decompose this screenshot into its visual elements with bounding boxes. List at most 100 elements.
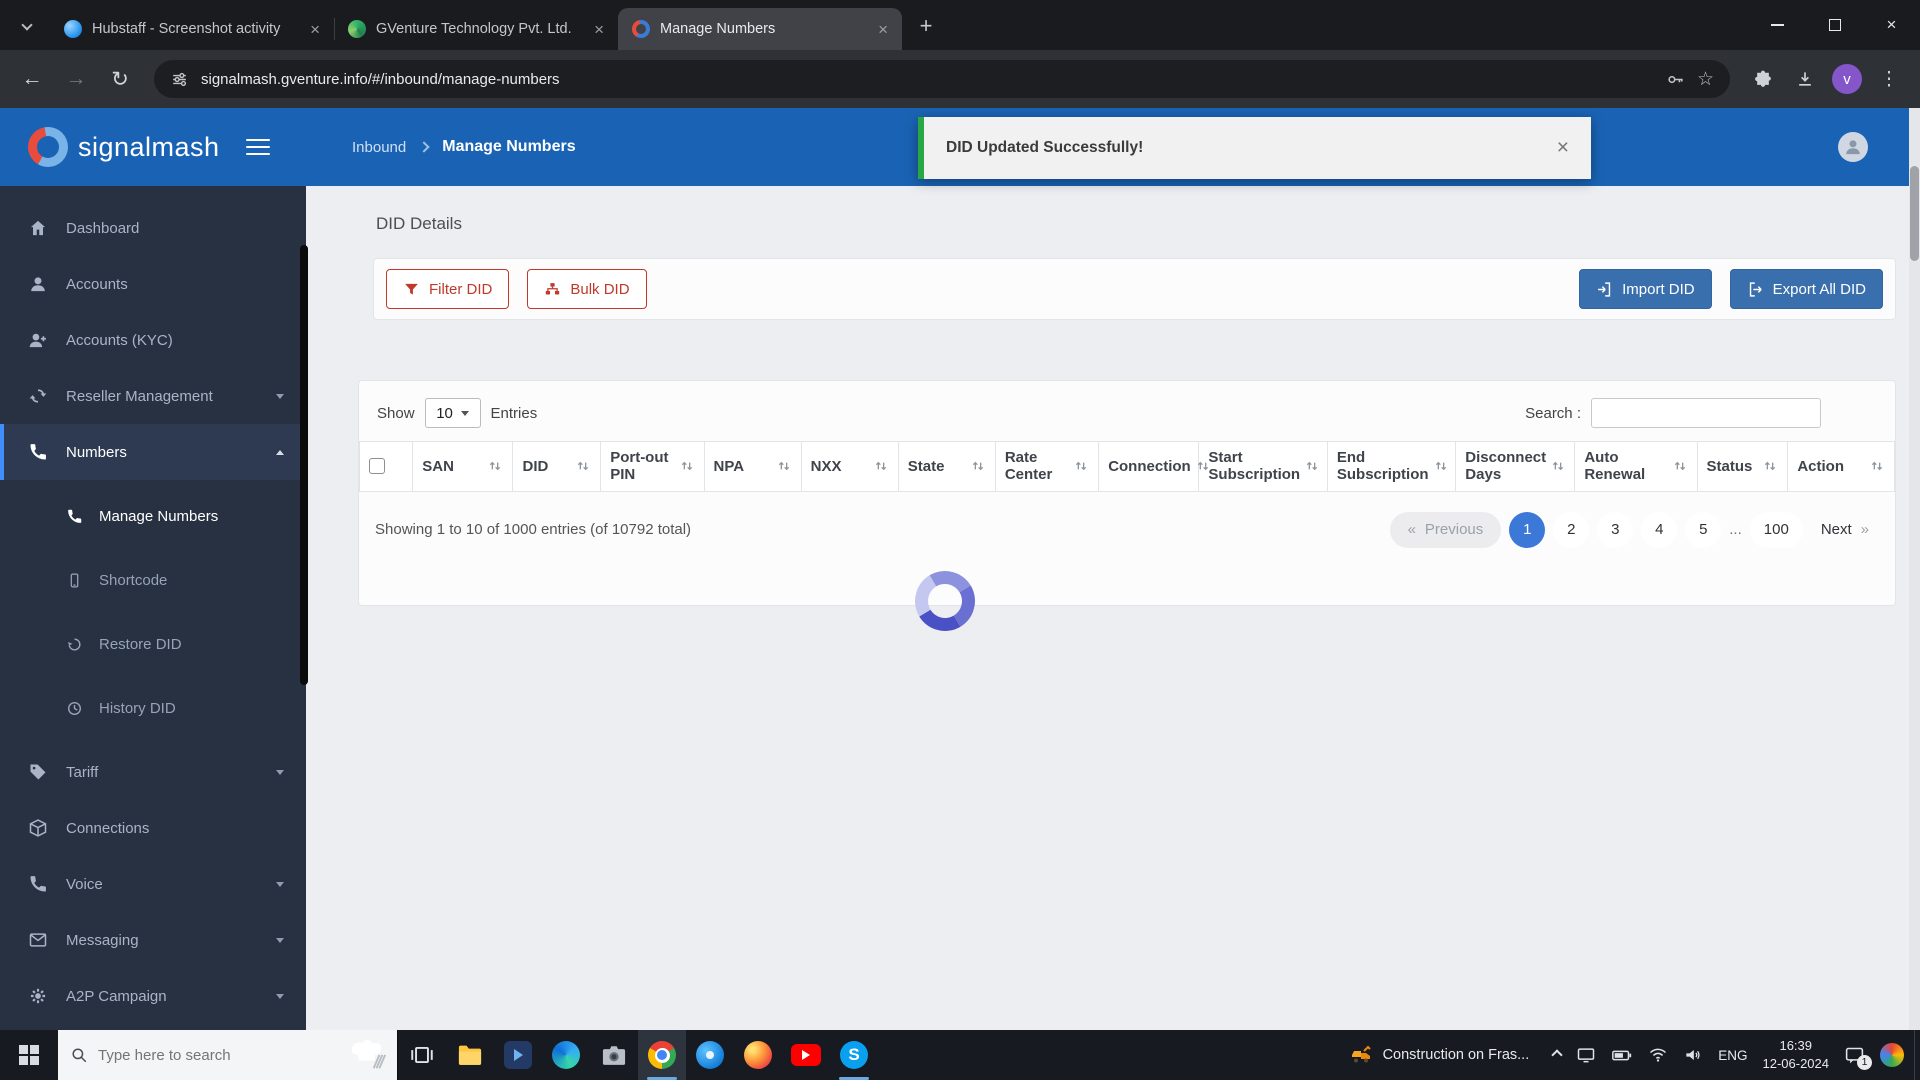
hidden-icons-chevron[interactable] (1553, 1051, 1561, 1059)
export-all-did-button[interactable]: Export All DID (1730, 269, 1883, 309)
screenshot-app-icon[interactable] (590, 1030, 638, 1080)
sort-icon[interactable] (776, 458, 792, 474)
sort-icon[interactable] (575, 458, 591, 474)
bookmark-star-icon[interactable]: ☆ (1697, 68, 1714, 91)
start-button[interactable] (0, 1030, 58, 1080)
column-header-connection[interactable]: Connection (1099, 442, 1199, 492)
sidebar-subitem-restore-did[interactable]: Restore DID (0, 612, 306, 676)
column-header-status[interactable]: Status (1697, 442, 1788, 492)
forward-button[interactable]: → (56, 59, 96, 99)
taskbar-search-input[interactable] (98, 1047, 385, 1064)
reload-button[interactable]: ↻ (100, 59, 140, 99)
downloads-icon[interactable] (1786, 60, 1824, 98)
page-button-100[interactable]: 100 (1750, 512, 1803, 548)
column-header-start-subscription[interactable]: Start Subscription (1199, 442, 1327, 492)
toast-close-icon[interactable]: × (1557, 136, 1569, 160)
sidebar-subitem-history-did[interactable]: History DID (0, 676, 306, 740)
browser-profile-avatar[interactable]: v (1832, 64, 1862, 94)
scrollbar-thumb[interactable] (1910, 166, 1919, 261)
sort-icon[interactable] (1073, 458, 1089, 474)
firefox-icon[interactable] (734, 1030, 782, 1080)
filter-did-button[interactable]: Filter DID (386, 269, 509, 309)
breadcrumb-parent[interactable]: Inbound (352, 139, 406, 156)
sidebar-item-voice[interactable]: Voice (0, 856, 306, 912)
url-text[interactable]: signalmash.gventure.info/#/inbound/manag… (201, 71, 1654, 88)
import-did-button[interactable]: Import DID (1579, 269, 1712, 309)
column-header-port-out-pin[interactable]: Port-out PIN (601, 442, 704, 492)
sidebar-item-a2p-campaign[interactable]: A2P Campaign (0, 968, 306, 1024)
select-all-checkbox[interactable] (369, 458, 385, 474)
browser-tab-manage-numbers[interactable]: Manage Numbers × (618, 8, 902, 50)
sort-icon[interactable] (873, 458, 889, 474)
monitor-tray-icon[interactable] (1576, 1045, 1596, 1065)
youtube-icon[interactable] (782, 1030, 830, 1080)
minimize-button[interactable] (1749, 0, 1806, 50)
tab-close-icon[interactable]: × (306, 21, 324, 38)
address-bar[interactable]: signalmash.gventure.info/#/inbound/manag… (154, 60, 1730, 98)
browser-menu-icon[interactable]: ⋮ (1870, 60, 1908, 98)
new-tab-button[interactable]: + (908, 8, 944, 44)
tab-search-button[interactable] (10, 8, 44, 42)
media-app-icon[interactable] (494, 1030, 542, 1080)
tray-app-icon[interactable] (1880, 1043, 1904, 1067)
column-header-rate-center[interactable]: Rate Center (995, 442, 1098, 492)
task-view-button[interactable] (398, 1030, 446, 1080)
sidebar-item-dashboard[interactable]: Dashboard (0, 200, 306, 256)
page-button-1[interactable]: 1 (1509, 512, 1545, 548)
show-desktop-button[interactable] (1914, 1030, 1920, 1080)
battery-icon[interactable] (1611, 1044, 1633, 1066)
sort-icon[interactable] (1869, 458, 1885, 474)
sort-icon[interactable] (970, 458, 986, 474)
page-button-3[interactable]: 3 (1597, 512, 1633, 548)
sidebar-item-accounts[interactable]: Accounts (0, 256, 306, 312)
sort-icon[interactable] (1672, 458, 1688, 474)
language-indicator[interactable]: ENG (1718, 1048, 1747, 1063)
tab-close-icon[interactable]: × (590, 21, 608, 38)
column-header-npa[interactable]: NPA (704, 442, 801, 492)
news-widget[interactable]: Construction on Fras... (1336, 1030, 1544, 1080)
user-avatar[interactable] (1838, 132, 1868, 162)
next-page-button[interactable]: Next » (1811, 521, 1879, 538)
file-explorer-icon[interactable] (446, 1030, 494, 1080)
column-header-nxx[interactable]: NXX (801, 442, 898, 492)
wifi-icon[interactable] (1648, 1045, 1668, 1065)
sidebar-subitem-manage-numbers[interactable]: Manage Numbers (0, 484, 306, 548)
site-info-icon[interactable] (170, 70, 189, 89)
page-size-select[interactable]: 10 (425, 398, 481, 428)
close-window-button[interactable]: × (1863, 0, 1920, 50)
maximize-button[interactable] (1806, 0, 1863, 50)
back-button[interactable]: ← (12, 59, 52, 99)
column-header-disconnect-days[interactable]: Disconnect Days (1456, 442, 1575, 492)
previous-page-button[interactable]: « Previous (1390, 512, 1502, 548)
bulk-did-button[interactable]: Bulk DID (527, 269, 646, 309)
skype-icon[interactable]: S (830, 1030, 878, 1080)
page-button-2[interactable]: 2 (1553, 512, 1589, 548)
tab-close-icon[interactable]: × (874, 21, 892, 38)
sidebar-scrollbar[interactable] (300, 245, 308, 685)
menu-icon[interactable] (246, 139, 270, 156)
page-button-4[interactable]: 4 (1641, 512, 1677, 548)
taskbar-search[interactable] (58, 1030, 398, 1080)
sidebar-item-connections[interactable]: Connections (0, 800, 306, 856)
sort-icon[interactable] (487, 458, 503, 474)
sort-icon[interactable] (1550, 458, 1566, 474)
signalmash-logo[interactable]: signalmash (28, 127, 220, 167)
sort-icon[interactable] (1304, 458, 1320, 474)
sidebar-item-tariff[interactable]: Tariff (0, 744, 306, 800)
sidebar-item-accounts-kyc[interactable]: Accounts (KYC) (0, 312, 306, 368)
sidebar-item-messaging[interactable]: Messaging (0, 912, 306, 968)
browser-tab-hubstaff[interactable]: Hubstaff - Screenshot activity × (50, 8, 334, 50)
sidebar-subitem-shortcode[interactable]: Shortcode (0, 548, 306, 612)
search-input[interactable] (1591, 398, 1821, 428)
sort-icon[interactable] (679, 458, 695, 474)
sidebar-item-numbers[interactable]: Numbers (0, 424, 306, 480)
edge-icon[interactable] (542, 1030, 590, 1080)
sort-icon[interactable] (1762, 458, 1778, 474)
sort-icon[interactable] (1433, 458, 1449, 474)
column-header-san[interactable]: SAN (413, 442, 513, 492)
column-header-state[interactable]: State (898, 442, 995, 492)
column-header-did[interactable]: DID (513, 442, 601, 492)
browser-tab-gventure[interactable]: GVenture Technology Pvt. Ltd. × (334, 8, 618, 50)
column-header-auto-renewal[interactable]: Auto Renewal (1575, 442, 1697, 492)
password-key-icon[interactable] (1666, 70, 1685, 89)
